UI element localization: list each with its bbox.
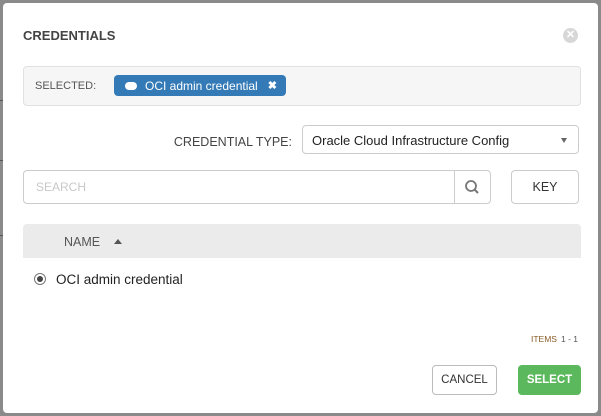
credential-type-value: Oracle Cloud Infrastructure Config	[312, 133, 510, 148]
selected-credential-tag: OCI admin credential ✖	[114, 75, 286, 96]
search-input[interactable]	[34, 179, 448, 195]
remove-tag-icon[interactable]: ✖	[268, 79, 277, 92]
items-count: ITEMS 1 - 1	[531, 334, 578, 344]
modal-title: CREDENTIALS	[23, 28, 116, 43]
credential-type-select[interactable]: Oracle Cloud Infrastructure Config	[302, 125, 579, 154]
credentials-modal: CREDENTIALS ✕ SELECTED: OCI admin creden…	[3, 3, 598, 413]
caret-down-icon	[561, 138, 567, 143]
selected-label: SELECTED:	[35, 80, 97, 92]
select-button[interactable]: SELECT	[518, 365, 581, 395]
search-button[interactable]	[454, 171, 490, 203]
table-row-name: OCI admin credential	[56, 272, 183, 287]
items-range: 1 - 1	[560, 334, 578, 344]
tag-label: OCI admin credential	[145, 78, 258, 93]
items-label: ITEMS	[531, 334, 557, 344]
search-icon	[465, 180, 479, 194]
column-header-name[interactable]: NAME	[64, 235, 100, 249]
credential-type-label: CREDENTIAL TYPE:	[173, 135, 292, 149]
table-header: NAME	[23, 224, 581, 258]
search-field	[23, 170, 491, 204]
key-button[interactable]: KEY	[511, 170, 579, 204]
cloud-icon	[125, 81, 137, 90]
cancel-button[interactable]: CANCEL	[432, 365, 497, 395]
sort-ascending-icon[interactable]	[114, 239, 122, 244]
selected-panel: SELECTED: OCI admin credential ✖	[23, 66, 581, 106]
row-radio[interactable]	[34, 273, 46, 285]
close-icon[interactable]: ✕	[563, 28, 578, 43]
